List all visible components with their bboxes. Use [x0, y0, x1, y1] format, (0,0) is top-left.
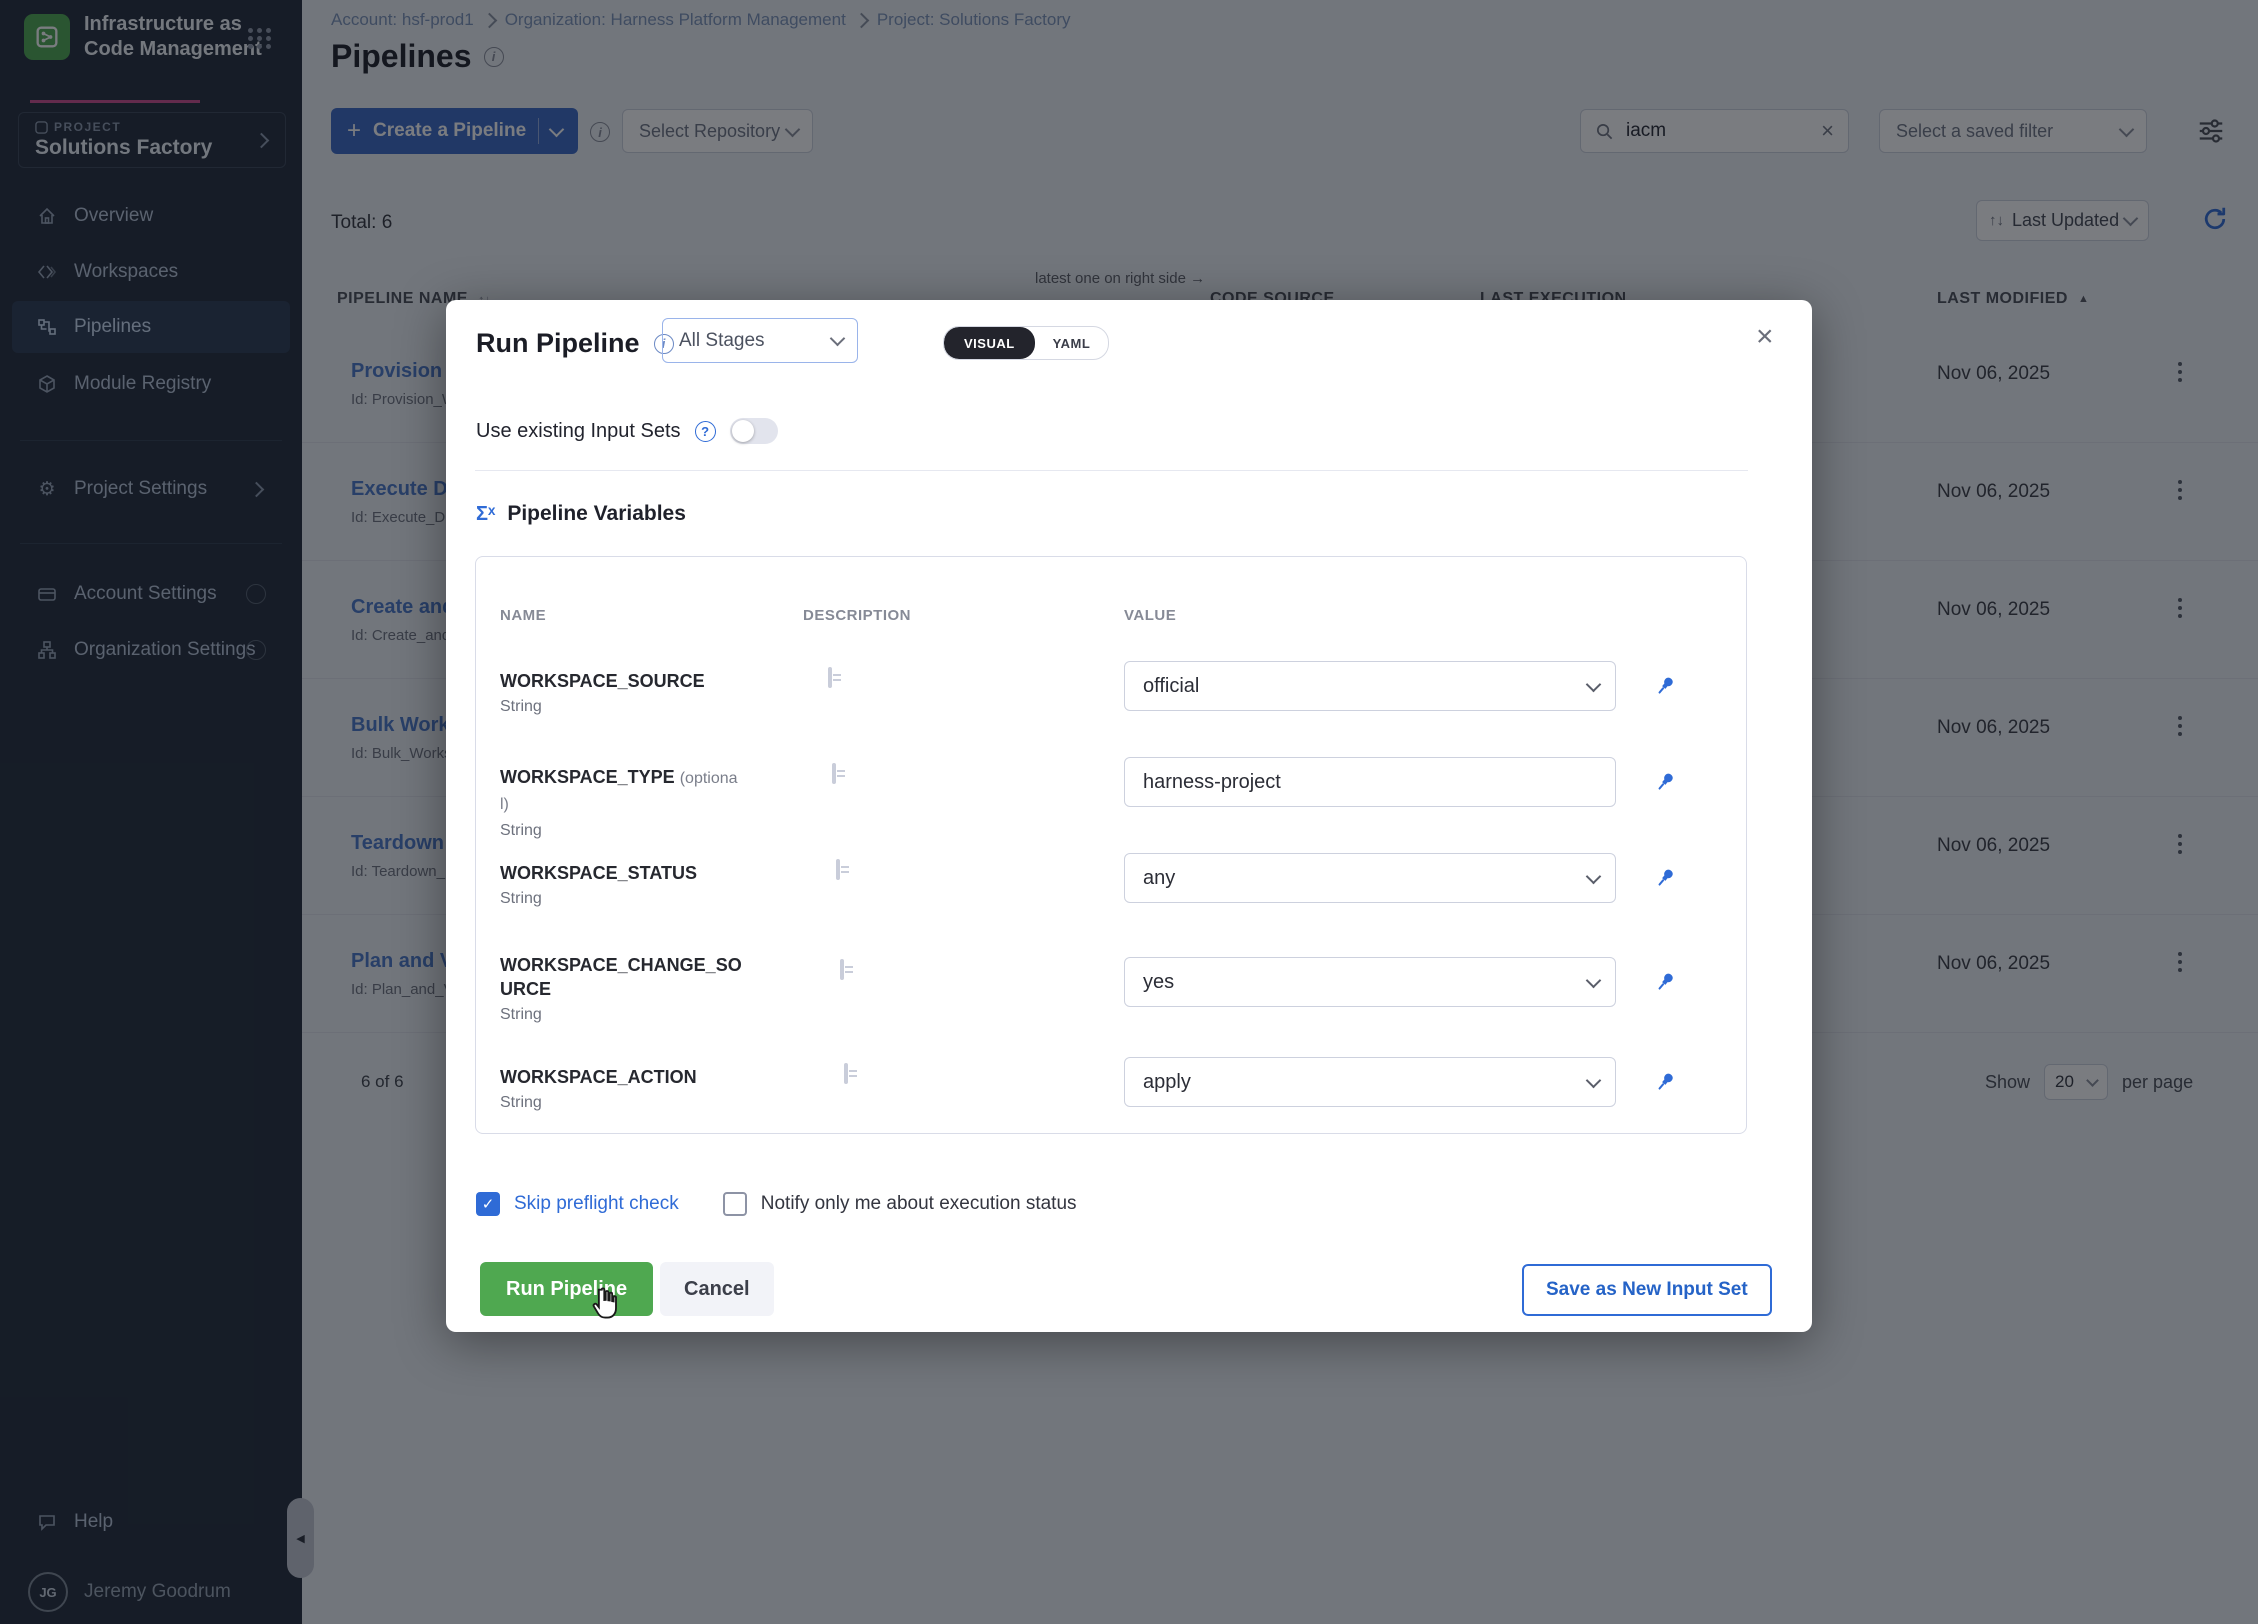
- stage-selector-dropdown[interactable]: All Stages: [662, 318, 858, 363]
- chevron-down-icon: [1586, 972, 1602, 988]
- column-name: NAME: [500, 607, 546, 624]
- description-checkbox-icon[interactable]: [832, 763, 836, 784]
- pipeline-variables-heading: Pipeline Variables: [507, 502, 686, 526]
- workspace-action-select[interactable]: apply: [1124, 1057, 1616, 1107]
- input-sets-toggle[interactable]: [730, 418, 778, 444]
- pin-icon[interactable]: [1650, 967, 1680, 997]
- workspace-type-input[interactable]: [1124, 757, 1616, 807]
- visual-yaml-toggle: VISUAL YAML: [943, 326, 1109, 360]
- pin-icon[interactable]: [1650, 1067, 1680, 1097]
- run-pipeline-button[interactable]: Run Pipeline: [480, 1262, 653, 1316]
- workspace-source-select[interactable]: official: [1124, 661, 1616, 711]
- selected-value: official: [1143, 675, 1199, 698]
- stage-selector-label: All Stages: [679, 330, 765, 352]
- variable-row: WORKSPACE_SOURCE String: [500, 669, 745, 716]
- skip-preflight-label[interactable]: Skip preflight check: [514, 1193, 679, 1215]
- variable-name: WORKSPACE_ACTION: [500, 1065, 745, 1089]
- tab-yaml[interactable]: YAML: [1035, 336, 1109, 351]
- chevron-down-icon: [1586, 676, 1602, 692]
- variable-type: String: [500, 1094, 745, 1112]
- mouse-cursor: [588, 1284, 624, 1329]
- app-screen: Infrastructure as Code Management PROJEC…: [0, 0, 2258, 1624]
- selected-value: any: [1143, 867, 1175, 890]
- chevron-down-icon: [1586, 868, 1602, 884]
- pin-icon[interactable]: [1650, 671, 1680, 701]
- cancel-button[interactable]: Cancel: [660, 1262, 774, 1316]
- description-checkbox-icon[interactable]: [836, 859, 840, 880]
- chevron-down-icon: [830, 331, 846, 347]
- description-checkbox-icon[interactable]: [828, 667, 832, 688]
- selected-value: apply: [1143, 1071, 1191, 1094]
- column-value: VALUE: [1124, 607, 1176, 624]
- divider: [475, 470, 1748, 471]
- notify-me-label[interactable]: Notify only me about execution status: [761, 1193, 1077, 1215]
- variable-type: String: [500, 1006, 745, 1024]
- column-description: DESCRIPTION: [803, 607, 911, 624]
- variable-name: WORKSPACE_TYPE (optional): [500, 765, 745, 817]
- selected-value: yes: [1143, 971, 1174, 994]
- modal-title: Run Pipeline: [476, 328, 640, 359]
- pin-icon[interactable]: [1650, 767, 1680, 797]
- variables-panel: NAME DESCRIPTION VALUE WORKSPACE_SOURCE …: [475, 556, 1747, 1134]
- chevron-down-icon: [1586, 1072, 1602, 1088]
- variable-name: WORKSPACE_SOURCE: [500, 669, 745, 693]
- description-checkbox-icon[interactable]: [840, 959, 844, 980]
- close-icon[interactable]: ×: [1756, 322, 1774, 352]
- pin-icon[interactable]: [1650, 863, 1680, 893]
- sigma-variables-icon: Σˣ: [476, 503, 495, 526]
- workspace-status-select[interactable]: any: [1124, 853, 1616, 903]
- variable-name: WORKSPACE_STATUS: [500, 861, 745, 885]
- variable-type: String: [500, 890, 745, 908]
- variable-row: WORKSPACE_STATUS String: [500, 861, 745, 908]
- workspace-change-source-select[interactable]: yes: [1124, 957, 1616, 1007]
- save-input-set-button[interactable]: Save as New Input Set: [1522, 1264, 1772, 1316]
- help-icon[interactable]: ?: [695, 421, 716, 442]
- description-checkbox-icon[interactable]: [844, 1063, 848, 1084]
- use-input-sets-label: Use existing Input Sets: [476, 420, 681, 443]
- skip-preflight-checkbox[interactable]: ✓: [476, 1192, 500, 1216]
- tab-visual[interactable]: VISUAL: [944, 327, 1035, 359]
- variable-row: WORKSPACE_ACTION String: [500, 1065, 745, 1112]
- variable-type: String: [500, 822, 745, 840]
- run-pipeline-modal: Run Pipeline i All Stages VISUAL YAML × …: [446, 300, 1812, 1332]
- variable-name: WORKSPACE_CHANGE_SOURCE: [500, 953, 745, 1001]
- notify-me-checkbox[interactable]: [723, 1192, 747, 1216]
- variable-type: String: [500, 698, 745, 716]
- variable-row: WORKSPACE_TYPE (optional) String: [500, 765, 745, 840]
- variable-row: WORKSPACE_CHANGE_SOURCE String: [500, 953, 745, 1024]
